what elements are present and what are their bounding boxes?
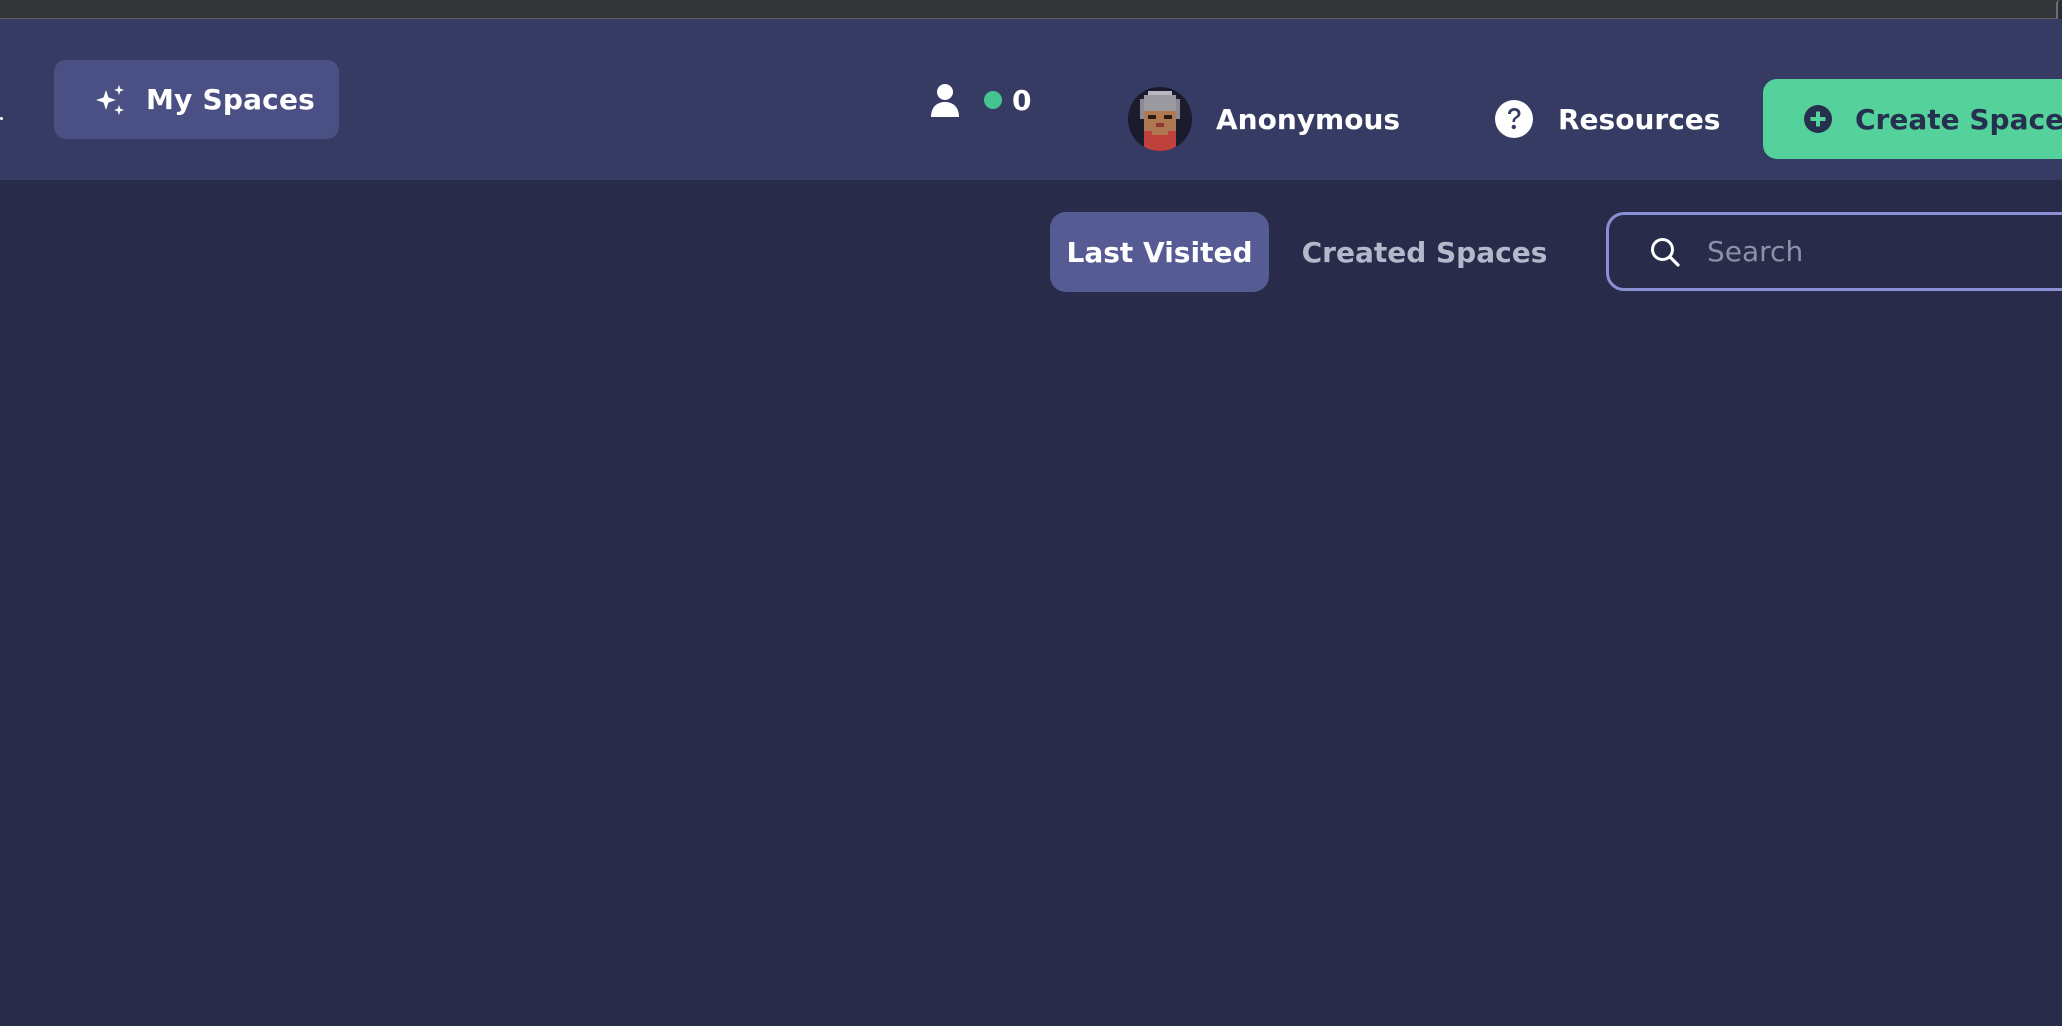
- question-circle-icon: [1494, 99, 1534, 139]
- collapsed-menu-edge: [0, 117, 3, 120]
- online-users-indicator: 0: [930, 81, 1031, 119]
- person-icon: [930, 83, 960, 117]
- profile-menu[interactable]: Anonymous: [1128, 86, 1400, 152]
- profile-name: Anonymous: [1216, 102, 1401, 136]
- search-input[interactable]: [1705, 234, 2062, 269]
- avatar: [1128, 87, 1192, 151]
- create-space-button[interactable]: Create Space: [1763, 79, 2062, 159]
- search-icon: [1649, 236, 1681, 268]
- my-spaces-button[interactable]: My Spaces: [54, 60, 339, 139]
- sparkles-icon: [92, 82, 128, 118]
- tab-last-visited[interactable]: Last Visited: [1050, 212, 1269, 292]
- create-space-label: Create Space: [1855, 102, 2062, 136]
- browser-chrome-strip: [0, 0, 2062, 19]
- resources-label: Resources: [1558, 102, 1721, 136]
- resources-link[interactable]: Resources: [1494, 98, 1720, 140]
- my-spaces-label: My Spaces: [146, 83, 316, 116]
- search-box[interactable]: [1606, 212, 2062, 291]
- online-count-value: 0: [1012, 83, 1032, 117]
- tab-created-spaces[interactable]: Created Spaces: [1292, 212, 1557, 292]
- top-bar: My Spaces 0 Anonymous Resources Create S…: [0, 19, 2062, 180]
- online-status-dot: [984, 91, 1002, 109]
- plus-circle-icon: [1803, 104, 1833, 134]
